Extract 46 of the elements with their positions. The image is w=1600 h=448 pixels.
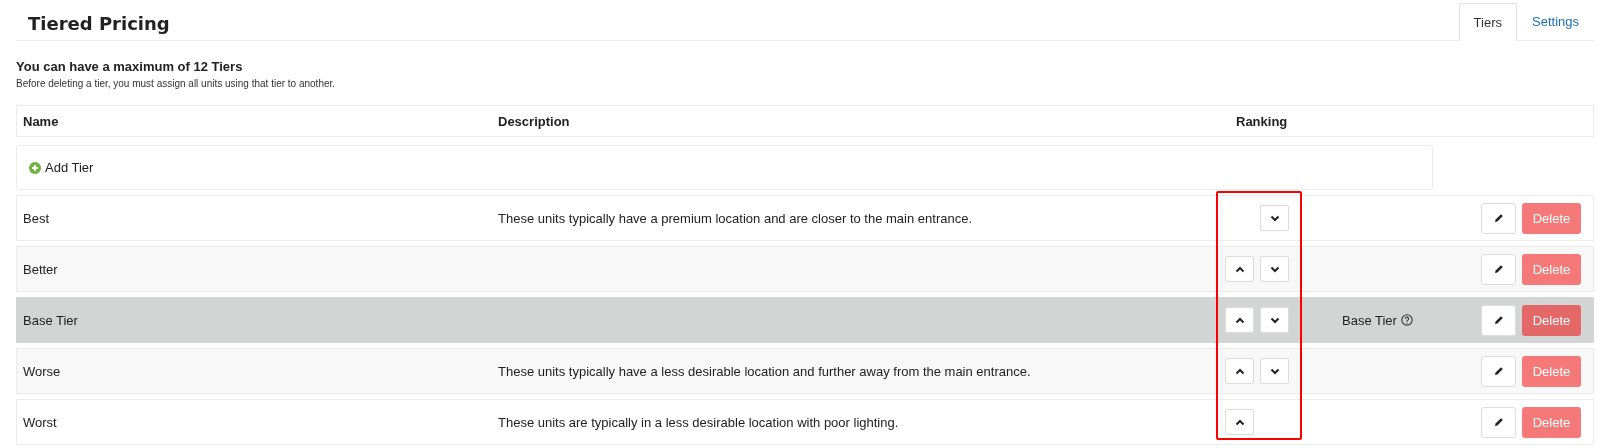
tier-name: Worst	[23, 414, 58, 430]
move-up-button[interactable]	[1225, 256, 1254, 282]
tier-description: These units typically have a premium location and are closer to the main entrance.	[498, 210, 973, 226]
pencil-icon	[1493, 315, 1504, 325]
pencil-icon	[1493, 213, 1504, 223]
move-down-button[interactable]	[1260, 256, 1289, 282]
tier-description: These units typically have a less desirable location and further away from the main entrance.	[498, 363, 1031, 379]
column-header: Name	[23, 113, 60, 129]
move-up-button[interactable]	[1225, 409, 1254, 435]
delete-button[interactable]: Delete	[1522, 253, 1581, 285]
chevron-down-icon	[1269, 265, 1280, 273]
chevron-down-icon	[1269, 367, 1280, 375]
chevron-up-icon	[1234, 265, 1245, 273]
pencil-icon	[1493, 417, 1504, 427]
tier-name: Better	[23, 261, 59, 277]
delete-button[interactable]: Delete	[1522, 406, 1581, 438]
chevron-down-icon	[1269, 214, 1280, 222]
move-down-button[interactable]	[1260, 358, 1289, 384]
tier-name: Base Tier	[23, 312, 79, 328]
chevron-up-icon	[1234, 418, 1245, 426]
delete-button[interactable]: Delete	[1522, 202, 1581, 234]
delete-button[interactable]: Delete	[1522, 304, 1581, 336]
add-tier-button[interactable]: Add Tier	[29, 160, 94, 175]
column-header: Ranking	[1235, 113, 1289, 129]
tier-description: These units are typically in a less desirable location with poor lighting.	[498, 414, 899, 430]
plus-circle-icon	[29, 161, 41, 174]
tier-name: Worse	[23, 363, 62, 379]
notice-text: Before deleting a tier, you must assign all units using that tier to another.	[16, 78, 337, 89]
tab[interactable]: Tiers	[1458, 3, 1517, 41]
chevron-up-icon	[1234, 367, 1245, 375]
base-tier-label: Base Tier	[1342, 312, 1397, 328]
column-header: Description	[498, 113, 571, 129]
move-down-button[interactable]	[1260, 205, 1289, 231]
pencil-icon	[1493, 366, 1504, 376]
move-down-button[interactable]	[1260, 307, 1289, 333]
help-icon	[1400, 314, 1413, 326]
tab[interactable]: Settings	[1517, 3, 1594, 40]
pencil-icon	[1493, 264, 1504, 274]
page-title: Tiered Pricing	[27, 13, 170, 36]
tier-name: Best	[23, 210, 50, 226]
chevron-up-icon	[1234, 316, 1245, 324]
chevron-down-icon	[1269, 316, 1280, 324]
move-up-button[interactable]	[1225, 307, 1254, 333]
move-up-button[interactable]	[1225, 358, 1254, 384]
notice-heading: You can have a maximum of 12 Tiers	[16, 59, 244, 74]
delete-button[interactable]: Delete	[1522, 355, 1581, 387]
